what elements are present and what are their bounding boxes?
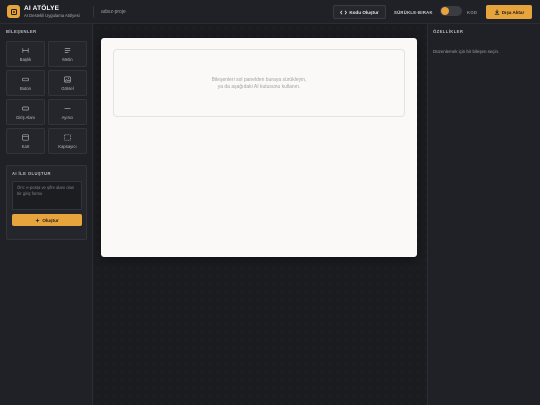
component-input[interactable]: Giriş Alanı bbox=[6, 99, 45, 125]
design-canvas[interactable]: Bileşenleri sol panelden buraya sürükley… bbox=[101, 38, 417, 257]
component-heading[interactable]: Başlık bbox=[6, 41, 45, 67]
properties-sidebar: ÖZELLİKLER Düzenlemek için bir bileşen s… bbox=[427, 24, 540, 405]
empty-hint-line1: Bileşenleri sol panelden buraya sürükley… bbox=[211, 77, 307, 83]
button-icon bbox=[22, 77, 29, 82]
mode-toggle[interactable] bbox=[440, 6, 462, 16]
components-sidebar: BİLEŞENLER Başlık Metin Buton Görsel Gir… bbox=[0, 24, 93, 405]
component-label: Buton bbox=[20, 86, 31, 91]
sparkle-icon bbox=[35, 217, 41, 223]
component-label: Görsel bbox=[61, 86, 74, 91]
ai-generate-label: Oluştur bbox=[42, 217, 59, 223]
mode-code-label[interactable]: KOD bbox=[467, 10, 477, 15]
top-bar: AI ATÖLYE AI Destekli Uygulama Atölyesi … bbox=[0, 0, 540, 24]
app-logo-icon bbox=[10, 8, 17, 15]
component-label: Kapsayıcı bbox=[58, 144, 77, 149]
component-card[interactable]: Kart bbox=[6, 128, 45, 154]
input-icon bbox=[22, 106, 29, 111]
logo bbox=[7, 5, 20, 18]
card-icon bbox=[22, 134, 29, 141]
ai-generate-panel: AI İLE OLUŞTUR Oluştur bbox=[6, 165, 87, 240]
divider-icon bbox=[64, 108, 71, 109]
generate-code-button[interactable]: Kodu Oluştur bbox=[333, 5, 386, 19]
component-label: Kart bbox=[21, 144, 30, 149]
download-icon bbox=[494, 9, 499, 15]
component-label: Başlık bbox=[19, 57, 32, 62]
container-icon bbox=[64, 134, 71, 141]
export-label: Dışa Aktar bbox=[501, 9, 525, 15]
component-label: Ayırıcı bbox=[61, 115, 74, 120]
app-title: AI ATÖLYE bbox=[24, 5, 60, 12]
empty-hint-line2: ya da aşağıdaki AI kutusunu kullanın. bbox=[217, 84, 301, 90]
component-label: Metin bbox=[62, 57, 73, 62]
topbar-divider bbox=[93, 6, 94, 17]
ai-prompt-input[interactable] bbox=[12, 181, 82, 210]
ai-panel-title: AI İLE OLUŞTUR bbox=[12, 171, 51, 176]
export-button[interactable]: Dışa Aktar bbox=[486, 5, 532, 19]
properties-hint: Düzenlemek için bir bileşen seçin. bbox=[433, 49, 500, 54]
heading-icon bbox=[22, 48, 29, 53]
component-text[interactable]: Metin bbox=[48, 41, 87, 67]
component-button[interactable]: Buton bbox=[6, 70, 45, 96]
image-icon bbox=[64, 76, 71, 83]
component-label: Giriş Alanı bbox=[15, 115, 36, 120]
generate-code-label: Kodu Oluştur bbox=[349, 9, 379, 15]
mode-toggle-knob bbox=[441, 7, 449, 15]
properties-title: ÖZELLİKLER bbox=[433, 29, 464, 34]
component-container[interactable]: Kapsayıcı bbox=[48, 128, 87, 154]
project-name[interactable]: adsız-proje bbox=[101, 9, 126, 15]
code-brackets-icon bbox=[340, 10, 348, 14]
ai-generate-button[interactable]: Oluştur bbox=[12, 214, 82, 226]
text-icon bbox=[64, 48, 71, 53]
components-title: BİLEŞENLER bbox=[6, 29, 37, 34]
drop-zone[interactable]: Bileşenleri sol panelden buraya sürükley… bbox=[113, 49, 405, 117]
component-divider[interactable]: Ayırıcı bbox=[48, 99, 87, 125]
component-image[interactable]: Görsel bbox=[48, 70, 87, 96]
app-subtitle: AI Destekli Uygulama Atölyesi bbox=[24, 13, 80, 18]
mode-drag-label[interactable]: SÜRÜKLE-BIRAK bbox=[394, 10, 433, 15]
canvas-area: Bileşenleri sol panelden buraya sürükley… bbox=[94, 24, 427, 405]
